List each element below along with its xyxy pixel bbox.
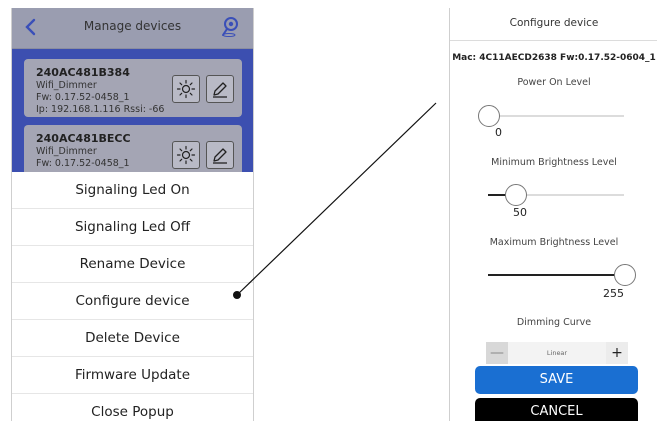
dimming-curve-value: Linear [546,349,568,357]
decrement-button[interactable]: — [486,342,508,364]
callout-dot [233,291,241,299]
max-brightness-fill [488,274,624,276]
save-button[interactable]: SAVE [475,366,638,394]
power-on-value: 0 [495,126,502,139]
max-brightness-label: Maximum Brightness Level [489,237,619,248]
min-brightness-slider-thumb[interactable] [504,184,527,206]
configure-device-screen: Configure device Mac: 4C11AECD2638 Fw:0.… [449,8,657,421]
max-brightness-slider-thumb[interactable] [614,264,636,286]
power-on-slider-thumb[interactable] [478,105,500,127]
power-on-label: Power On Level [517,77,591,88]
min-brightness-value: 50 [513,206,527,219]
increment-button[interactable]: + [606,342,628,364]
cancel-button[interactable]: CANCEL [475,398,638,421]
dimming-curve-stepper: — Linear + [486,342,628,364]
power-on-track [488,115,624,117]
dimming-curve-label: Dimming Curve [516,317,592,328]
max-brightness-value: 255 [603,287,624,300]
min-brightness-label: Minimum Brightness Level [491,157,617,168]
mac-firmware-label: Mac: 4C11AECD2638 Fw:0.17.52-0604_1 [452,53,656,63]
configure-title: Configure device [450,8,657,41]
max-brightness-track [488,274,624,276]
